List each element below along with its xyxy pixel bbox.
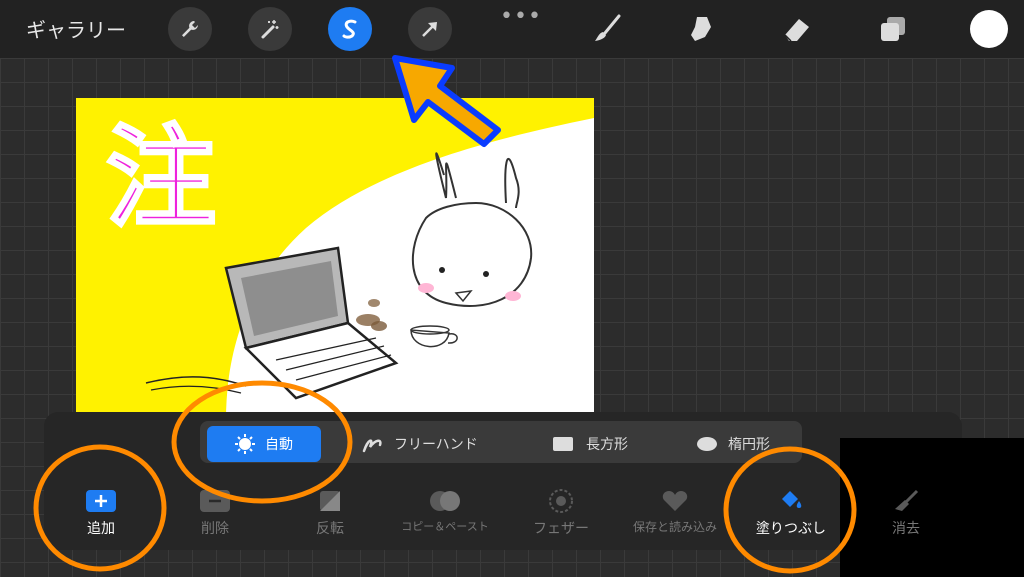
- mode-freehand[interactable]: フリーハンド: [362, 426, 478, 462]
- ellipse-icon: [697, 437, 717, 451]
- heart-icon: [662, 491, 688, 511]
- top-toolbar: ギャラリー •••: [0, 0, 1024, 58]
- layers-icon: [881, 17, 905, 41]
- arrow-cursor-icon: [422, 22, 437, 37]
- fill-button[interactable]: 塗りつぶし: [736, 488, 846, 538]
- sun-icon: [235, 434, 255, 454]
- actions-button[interactable]: [168, 7, 212, 51]
- feather-button[interactable]: フェザー: [506, 488, 616, 538]
- mode-ellipse-label: 楕円形: [728, 437, 770, 453]
- gallery-button[interactable]: ギャラリー: [26, 14, 126, 43]
- mode-rectangle-label: 長方形: [586, 437, 628, 453]
- mode-freehand-label: フリーハンド: [394, 437, 478, 453]
- selection-button[interactable]: [328, 7, 372, 51]
- transform-button[interactable]: [408, 7, 452, 51]
- adjustments-button[interactable]: [248, 7, 292, 51]
- clear-label: 消去: [892, 521, 920, 537]
- broom-icon: [895, 489, 919, 511]
- color-picker-button[interactable]: [970, 10, 1008, 48]
- copy-paste-button[interactable]: コピー＆ペースト: [390, 488, 500, 534]
- invert-button[interactable]: 反転: [275, 488, 385, 538]
- mode-automatic[interactable]: 自動: [207, 426, 321, 462]
- magic-wand-icon: [261, 20, 279, 39]
- artwork-caption: 注: [106, 114, 216, 242]
- fill-bucket-icon: [782, 491, 802, 508]
- artwork-canvas[interactable]: 注: [76, 98, 594, 420]
- copy-paste-icon: [430, 491, 460, 511]
- plus-icon: [86, 490, 116, 512]
- selection-s-icon: [342, 19, 357, 39]
- eraser-icon: [784, 19, 809, 42]
- wrench-icon: [182, 21, 198, 37]
- add-label: 追加: [87, 521, 115, 537]
- save-load-label: 保存と読み込み: [632, 520, 717, 534]
- feather-label: フェザー: [533, 521, 589, 537]
- freehand-icon: [362, 439, 382, 453]
- brush-icon: [595, 14, 621, 41]
- mode-rectangle[interactable]: 長方形: [552, 426, 628, 462]
- mode-ellipse[interactable]: 楕円形: [696, 426, 770, 462]
- artwork-illustration: 注: [76, 98, 594, 420]
- feather-icon: [549, 489, 573, 513]
- rectangle-icon: [553, 437, 573, 451]
- brush-button[interactable]: [590, 12, 624, 46]
- smudge-button[interactable]: [684, 12, 718, 46]
- copy-paste-label: コピー＆ペースト: [401, 520, 489, 533]
- save-load-button[interactable]: 保存と読み込み: [620, 488, 730, 535]
- minus-icon: [200, 490, 230, 512]
- remove-label: 削除: [201, 521, 229, 537]
- eraser-button[interactable]: [780, 12, 814, 46]
- layers-button[interactable]: [876, 12, 910, 46]
- invert-icon: [320, 491, 340, 511]
- invert-label: 反転: [316, 521, 344, 537]
- more-icon[interactable]: •••: [500, 4, 542, 29]
- remove-button[interactable]: 削除: [160, 488, 270, 538]
- add-button[interactable]: 追加: [46, 488, 156, 538]
- fill-label: 塗りつぶし: [755, 521, 827, 537]
- clear-button[interactable]: 消去: [851, 488, 961, 538]
- mode-automatic-label: 自動: [265, 437, 293, 453]
- smudge-icon: [691, 17, 711, 41]
